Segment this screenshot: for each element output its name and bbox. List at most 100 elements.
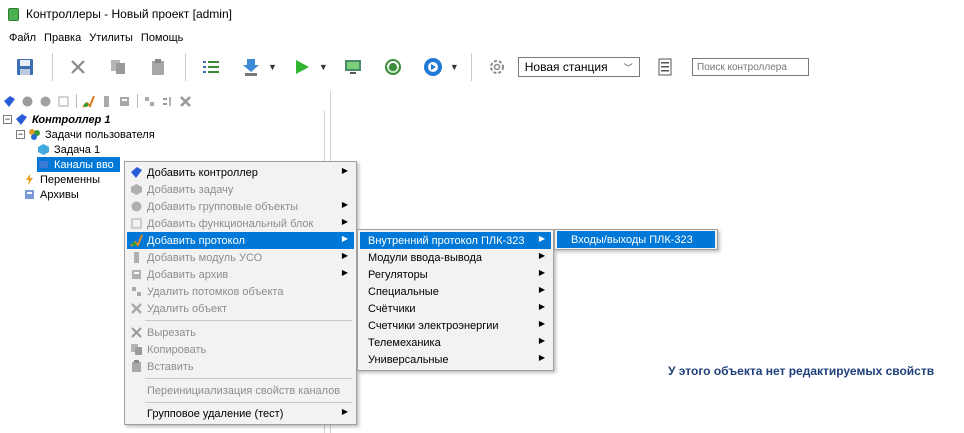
menu-item-add-io-module[interactable]: Добавить модуль УСО ▶ [127, 249, 354, 266]
submenu-item-universal[interactable]: Универсальные ▶ [360, 351, 551, 368]
delete-icon[interactable] [178, 94, 192, 108]
tree-node-task1[interactable]: Задача 1 [37, 142, 100, 157]
circle-icon[interactable] [20, 94, 34, 108]
menu-item-label: Добавить функциональный блок [147, 217, 314, 230]
chevron-down-icon[interactable]: ▼ [268, 62, 277, 72]
menu-item-label: Добавить контроллер [147, 166, 258, 179]
menu-item-delete-object[interactable]: Удалить объект [127, 300, 354, 317]
paste-button[interactable] [145, 54, 171, 80]
search-input[interactable] [692, 58, 809, 76]
connect-button[interactable] [420, 54, 446, 80]
menu-item-add-function-block[interactable]: Добавить функциональный блок ▶ [127, 215, 354, 232]
menu-item-add-controller[interactable]: Добавить контроллер ▶ [127, 164, 354, 181]
station-select[interactable]: Новая станция ﹀ [517, 57, 640, 77]
cut-button[interactable] [65, 54, 91, 80]
menu-item-label: Внутренний протокол ПЛК-323 [368, 234, 525, 247]
group-icon [130, 200, 143, 213]
menu-item-label: Добавить протокол [147, 234, 245, 247]
menu-separator [145, 378, 352, 379]
menu-item-paste[interactable]: Вставить [127, 358, 354, 375]
chevron-down-icon[interactable]: ▼ [450, 62, 459, 72]
download-button[interactable] [238, 54, 264, 80]
menu-item-reinit-channels[interactable]: Переинициализация свойств каналов [127, 382, 354, 399]
submenu-item-plc323-io[interactable]: Входы/выходы ПЛК-323 [557, 231, 715, 248]
toolbar-separator [137, 94, 138, 108]
submenu-item-special[interactable]: Специальные ▶ [360, 283, 551, 300]
menu-bar: Файл Правка Утилиты Помощь [0, 30, 188, 46]
chevron-right-icon: ▶ [341, 251, 348, 260]
document-button[interactable] [652, 54, 678, 80]
menu-item-copy[interactable]: Копировать [127, 341, 354, 358]
menu-item-cut[interactable]: Вырезать [127, 324, 354, 341]
list-button[interactable] [198, 54, 224, 80]
settings-button[interactable] [484, 54, 510, 80]
tasks-group-icon [28, 128, 41, 141]
lightning-icon [23, 173, 36, 186]
controller-icon[interactable] [2, 94, 16, 108]
tree-node-archives[interactable]: Архивы [23, 187, 79, 202]
chevron-right-icon: ▶ [538, 319, 545, 328]
submenu-item-regulators[interactable]: Регуляторы ▶ [360, 266, 551, 283]
tree-expander[interactable]: − [16, 130, 25, 139]
tree-node-label: Каналы вво [54, 158, 114, 171]
protocol-submenu: Внутренний протокол ПЛК-323 ▶ Модули вво… [357, 229, 554, 371]
archive-icon[interactable] [117, 94, 131, 108]
run-button[interactable] [289, 54, 315, 80]
copy-button[interactable] [105, 54, 131, 80]
submenu-item-plc323-protocol[interactable]: Внутренний протокол ПЛК-323 ▶ [360, 232, 551, 249]
menu-utilities[interactable]: Утилиты [86, 32, 138, 44]
monitor-button[interactable] [340, 54, 366, 80]
title-bar: Контроллеры - Новый проект [admin] [0, 0, 964, 28]
menu-item-label: Удалить объект [147, 302, 228, 315]
menu-file[interactable]: Файл [6, 32, 41, 44]
delete-children-icon[interactable] [142, 94, 156, 108]
protocol-icon[interactable] [81, 94, 95, 108]
chevron-down-icon: ﹀ [623, 62, 633, 73]
sort-icon[interactable] [160, 94, 174, 108]
paste-icon [130, 360, 143, 373]
submenu-item-counters[interactable]: Счётчики ▶ [360, 300, 551, 317]
protocol-icon [130, 234, 143, 247]
submenu-item-energy-meters[interactable]: Счетчики электроэнергии ▶ [360, 317, 551, 334]
toolbar-separator [52, 53, 53, 81]
menu-item-add-archive[interactable]: Добавить архив ▶ [127, 266, 354, 283]
menu-item-label: Телемеханика [368, 336, 441, 349]
menu-item-label: Переинициализация свойств каналов [147, 384, 341, 397]
station-select-value: Новая станция [524, 60, 608, 74]
chevron-right-icon: ▶ [341, 407, 348, 416]
chevron-right-icon: ▶ [341, 200, 348, 209]
tree-node-user-tasks[interactable]: − Задачи пользователя [16, 127, 155, 142]
circle-icon[interactable] [38, 94, 52, 108]
menu-item-label: Копировать [147, 343, 207, 356]
copy-icon [130, 343, 143, 356]
tree-expander[interactable]: − [3, 115, 12, 124]
submenu-item-io-modules[interactable]: Модули ввода-вывода ▶ [360, 249, 551, 266]
function-block-icon [130, 217, 143, 230]
submenu-item-telemechanics[interactable]: Телемеханика ▶ [360, 334, 551, 351]
play-icon [295, 60, 309, 74]
plc323-submenu: Входы/выходы ПЛК-323 [554, 229, 718, 250]
menu-item-group-delete[interactable]: Групповое удаление (тест) ▶ [127, 405, 354, 422]
menu-item-add-protocol[interactable]: Добавить протокол ▶ [127, 232, 354, 249]
tree-node-controller[interactable]: − Контроллер 1 [3, 112, 110, 127]
save-button[interactable] [12, 54, 38, 80]
tree-node-channels[interactable]: Каналы вво [37, 157, 120, 172]
module-icon [130, 251, 143, 264]
menu-item-add-group-objects[interactable]: Добавить групповые объекты ▶ [127, 198, 354, 215]
toolbar-separator [470, 53, 472, 81]
menu-help[interactable]: Помощь [138, 32, 189, 44]
channels-icon [37, 158, 50, 171]
function-block-icon[interactable] [56, 94, 70, 108]
menu-item-delete-children[interactable]: Удалить потомков объекта [127, 283, 354, 300]
menu-edit[interactable]: Правка [41, 32, 86, 44]
chevron-down-icon[interactable]: ▼ [319, 62, 328, 72]
menu-item-add-task[interactable]: Добавить задачу [127, 181, 354, 198]
gear-icon [489, 60, 504, 74]
app-icon [8, 7, 19, 21]
cut-icon [71, 60, 85, 74]
tree-node-variables[interactable]: Переменны [23, 172, 100, 187]
module-icon[interactable] [99, 94, 113, 108]
chevron-right-icon: ▶ [538, 268, 545, 277]
chevron-right-icon: ▶ [538, 353, 545, 362]
sync-button[interactable] [380, 54, 406, 80]
